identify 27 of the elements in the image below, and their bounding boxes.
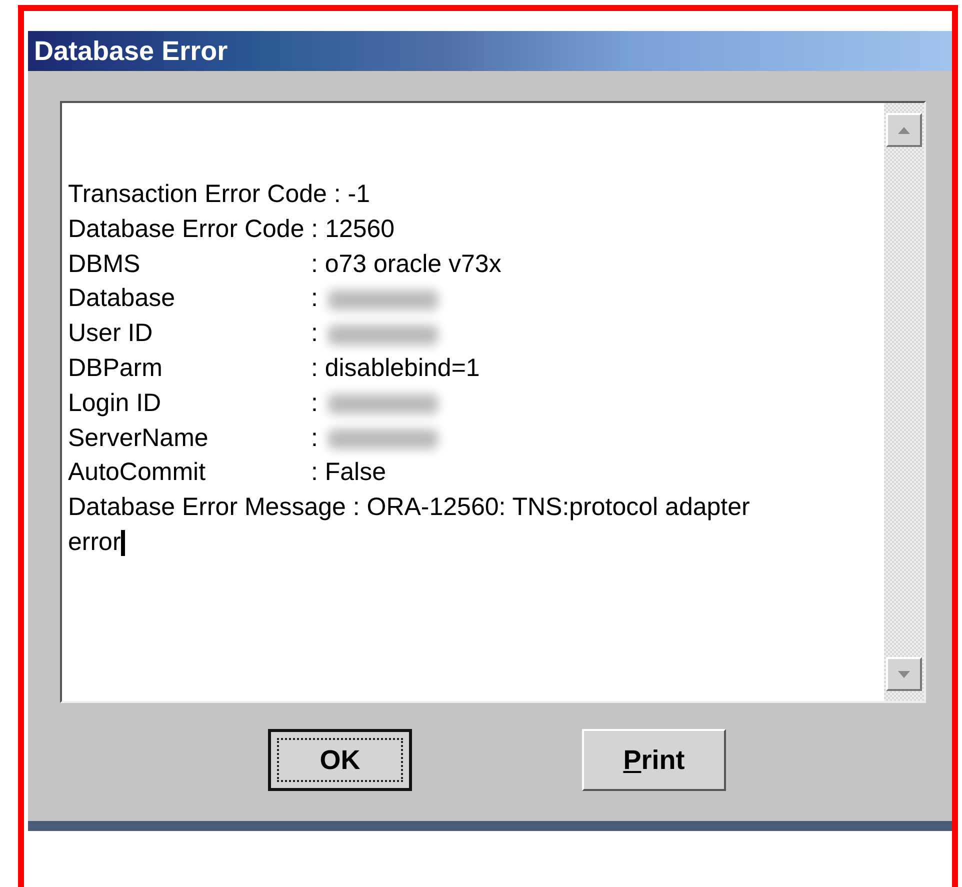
field-label: Database — [68, 283, 176, 314]
field-label: AutoCommit — [68, 457, 207, 488]
dialog-button[interactable]: OK — [268, 729, 412, 791]
field-label: User ID — [68, 318, 154, 350]
field-value: : False — [310, 458, 386, 486]
field-value: : — [310, 319, 318, 348]
field-label: Transaction Error Code — [68, 179, 327, 210]
dialog-button[interactable]: Print — [582, 729, 726, 791]
field-value: : — [310, 284, 318, 312]
window-title: Database Error — [28, 31, 952, 71]
field-value: : disablebind=1 — [310, 354, 480, 382]
error-message-text: Database Error Message : ORA-12560: TNS:protocol adapter error — [68, 492, 751, 558]
field-value: : o73 oracle v73x — [310, 250, 502, 278]
scroll-up-button[interactable] — [886, 113, 922, 147]
field-label: DBMS — [68, 248, 142, 280]
down-arrow-icon — [898, 670, 910, 678]
field-label: Database Error Code — [68, 214, 304, 245]
field-value: : — [310, 424, 318, 452]
field-value: : — [310, 388, 318, 417]
field-label: Login ID — [68, 388, 162, 419]
up-arrow-icon — [898, 126, 910, 134]
field-label: DBParm — [68, 352, 164, 384]
field-label: ServerName — [68, 422, 210, 454]
scroll-down-button[interactable] — [886, 657, 922, 691]
vertical-scrollbar[interactable] — [884, 103, 924, 701]
field-value: : 12560 — [310, 214, 395, 243]
field-value: : -1 — [332, 180, 370, 208]
